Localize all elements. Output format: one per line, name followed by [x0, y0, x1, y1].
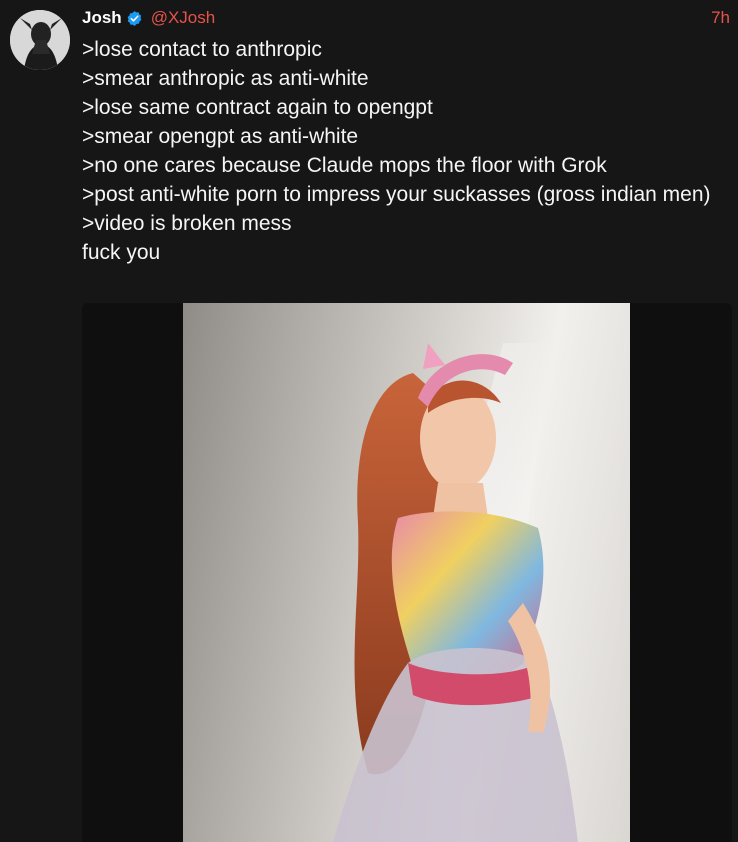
- post-line: >post anti-white porn to impress your su…: [82, 183, 711, 206]
- verified-badge-icon: [126, 10, 143, 27]
- post-line: >no one cares because Claude mops the fl…: [82, 154, 607, 177]
- post-line: >smear anthropic as anti-white: [82, 67, 369, 90]
- post-line: >lose same contract again to opengpt: [82, 96, 433, 119]
- media-container[interactable]: [82, 303, 732, 842]
- avatar[interactable]: [10, 10, 70, 70]
- video-frame: [333, 343, 578, 842]
- post-timestamp[interactable]: 7h: [711, 8, 730, 28]
- post-line: >smear opengpt as anti-white: [82, 125, 359, 148]
- post-header: Josh @XJosh 7h: [82, 7, 730, 29]
- post-line: >video is broken mess: [82, 212, 292, 235]
- post-line: fuck you: [82, 241, 161, 264]
- post-text: >lose contact to anthropic >smear anthro…: [82, 35, 722, 267]
- post-line: >lose contact to anthropic: [82, 38, 322, 61]
- author-handle[interactable]: @XJosh: [151, 8, 216, 28]
- video-player[interactable]: [183, 303, 630, 842]
- author-name[interactable]: Josh: [82, 8, 122, 28]
- avatar-image: [10, 10, 70, 70]
